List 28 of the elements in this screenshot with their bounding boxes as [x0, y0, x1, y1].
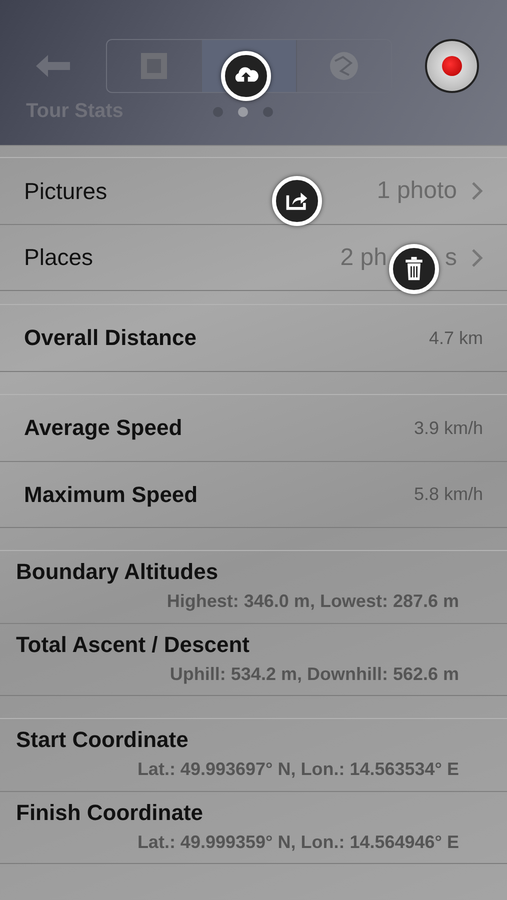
row-value: Highest: 346.0 m, Lowest: 287.6 m [166, 591, 459, 612]
chevron-icon [471, 248, 483, 268]
share-button[interactable] [272, 176, 322, 226]
row-label: Boundary Altitudes [16, 559, 220, 585]
page-dot[interactable] [238, 106, 248, 116]
list-row[interactable]: Pictures 1 photo [0, 158, 507, 224]
row-label: Overall Distance [24, 325, 196, 351]
row-value: Uphill: 534.2 m, Downhill: 562.6 m [170, 664, 459, 685]
back-arrow-icon[interactable] [36, 55, 72, 77]
row-value: 1 photo [376, 177, 457, 205]
row-value: Lat.: 49.999359° N, Lon.: 14.564946° E [137, 832, 459, 853]
row-label: Start Coordinate [16, 727, 190, 753]
row-value: 3.9 km/h [414, 418, 483, 438]
row-label: Average Speed [24, 415, 182, 441]
record-button[interactable] [425, 39, 479, 93]
row-value: 2 ph [340, 244, 387, 272]
row-value: 4.7 km [428, 328, 483, 348]
row-value: s [445, 244, 457, 272]
row-value: 5.8 km/h [414, 484, 483, 505]
delete-button[interactable] [389, 244, 439, 294]
row-label: Total Ascent / Descent [16, 632, 251, 658]
row-value: Lat.: 49.993697° N, Lon.: 14.563534° E [137, 759, 459, 780]
page-dot[interactable] [263, 106, 274, 116]
row-label: Finish Coordinate [16, 800, 204, 826]
row-label: Maximum Speed [24, 482, 198, 508]
row-label: Places [24, 244, 94, 271]
chevron-icon [471, 181, 483, 201]
row-label: Pictures [24, 178, 108, 204]
